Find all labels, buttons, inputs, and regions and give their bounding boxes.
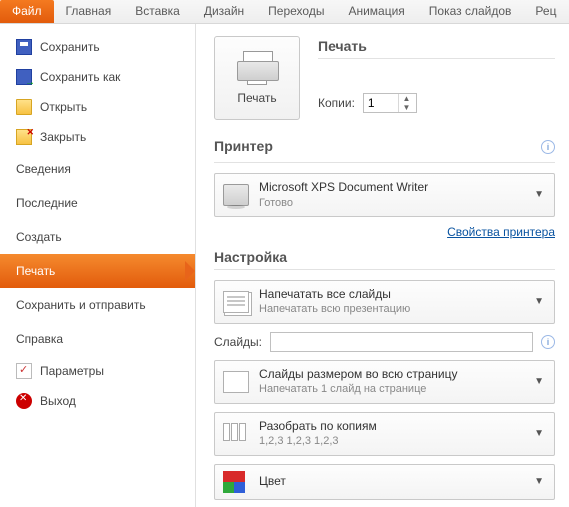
printer-name: Microsoft XPS Document Writer	[259, 180, 522, 196]
backstage-content: Печать Печать Копии: ▲ ▼ При	[196, 24, 569, 507]
copies-spinner[interactable]: ▲ ▼	[363, 93, 417, 113]
nav-info[interactable]: Сведения	[0, 152, 195, 186]
chevron-down-icon: ▼	[532, 476, 546, 487]
nav-label: Печать	[16, 264, 55, 278]
printer-icon	[237, 51, 277, 85]
nav-help[interactable]: Справка	[0, 322, 195, 356]
dd-title: Напечатать все слайды	[259, 287, 522, 303]
chevron-down-icon: ▼	[532, 428, 546, 439]
nav-label: Сохранить и отправить	[16, 298, 146, 312]
nav-label: Выход	[40, 394, 76, 408]
collate-icon	[223, 423, 249, 445]
nav-new[interactable]: Создать	[0, 220, 195, 254]
chevron-down-icon: ▼	[532, 376, 546, 387]
nav-save[interactable]: Сохранить	[0, 32, 195, 62]
spinner-up-icon[interactable]: ▲	[399, 94, 414, 103]
printer-device-icon	[223, 184, 249, 206]
slides-range-input[interactable]	[270, 332, 533, 352]
chevron-down-icon: ▼	[532, 296, 546, 307]
nav-label: Закрыть	[40, 130, 86, 144]
nav-save-as[interactable]: Сохранить как	[0, 62, 195, 92]
nav-share[interactable]: Сохранить и отправить	[0, 288, 195, 322]
separator	[214, 269, 555, 270]
ribbon-tabs: Файл Главная Вставка Дизайн Переходы Ани…	[0, 0, 569, 24]
exit-icon	[16, 393, 32, 409]
chevron-down-icon: ▼	[532, 189, 546, 200]
dd-title: Слайды размером во всю страницу	[259, 367, 522, 383]
settings-print-what[interactable]: Напечатать все слайды Напечатать всю пре…	[214, 280, 555, 324]
slides-range-label: Слайды:	[214, 335, 262, 349]
copies-input[interactable]	[364, 96, 398, 110]
settings-collate[interactable]: Разобрать по копиям 1,2,3 1,2,3 1,2,3 ▼	[214, 412, 555, 456]
tab-home[interactable]: Главная	[54, 0, 124, 23]
nav-close[interactable]: Закрыть	[0, 122, 195, 152]
backstage-nav: Сохранить Сохранить как Открыть Закрыть …	[0, 24, 196, 507]
options-icon	[16, 363, 32, 379]
nav-recent[interactable]: Последние	[0, 186, 195, 220]
tab-design[interactable]: Дизайн	[192, 0, 256, 23]
nav-label: Последние	[16, 196, 78, 210]
settings-heading: Настройка	[214, 249, 555, 265]
dd-sub: 1,2,3 1,2,3 1,2,3	[259, 434, 522, 448]
print-button[interactable]: Печать	[214, 36, 300, 120]
print-heading: Печать	[318, 38, 555, 54]
tab-review[interactable]: Рец	[523, 0, 568, 23]
separator	[214, 162, 555, 163]
tab-file[interactable]: Файл	[0, 0, 54, 23]
dd-sub: Напечатать 1 слайд на странице	[259, 382, 522, 396]
separator	[318, 58, 555, 59]
nav-open[interactable]: Открыть	[0, 92, 195, 122]
spinner-down-icon[interactable]: ▼	[399, 103, 414, 112]
nav-print[interactable]: Печать	[0, 254, 195, 288]
nav-options[interactable]: Параметры	[0, 356, 195, 386]
dd-sub: Напечатать всю презентацию	[259, 302, 522, 316]
print-button-label: Печать	[237, 91, 276, 105]
folder-close-icon	[16, 129, 32, 145]
dd-title: Цвет	[259, 474, 522, 490]
nav-label: Создать	[16, 230, 62, 244]
folder-open-icon	[16, 99, 32, 115]
nav-label: Открыть	[40, 100, 87, 114]
tab-transitions[interactable]: Переходы	[256, 0, 336, 23]
tab-animation[interactable]: Анимация	[336, 0, 416, 23]
save-as-icon	[16, 69, 32, 85]
nav-label: Сведения	[16, 162, 71, 176]
tab-insert[interactable]: Вставка	[123, 0, 192, 23]
nav-label: Сохранить как	[40, 70, 120, 84]
copies-label: Копии:	[318, 96, 355, 110]
info-icon[interactable]: i	[541, 140, 555, 154]
settings-color[interactable]: Цвет ▼	[214, 464, 555, 500]
printer-selector[interactable]: Microsoft XPS Document Writer Готово ▼	[214, 173, 555, 217]
printer-properties-link[interactable]: Свойства принтера	[447, 225, 555, 239]
settings-layout[interactable]: Слайды размером во всю страницу Напечата…	[214, 360, 555, 404]
dd-title: Разобрать по копиям	[259, 419, 522, 435]
full-page-slide-icon	[223, 371, 249, 393]
info-icon[interactable]: i	[541, 335, 555, 349]
save-icon	[16, 39, 32, 55]
nav-label: Сохранить	[40, 40, 100, 54]
printer-heading: Принтер	[214, 138, 273, 154]
nav-label: Параметры	[40, 364, 104, 378]
color-swatch-icon	[223, 471, 249, 493]
nav-exit[interactable]: Выход	[0, 386, 195, 416]
tab-slideshow[interactable]: Показ слайдов	[417, 0, 524, 23]
printer-status: Готово	[259, 196, 522, 210]
nav-label: Справка	[16, 332, 63, 346]
all-slides-icon	[223, 291, 249, 313]
